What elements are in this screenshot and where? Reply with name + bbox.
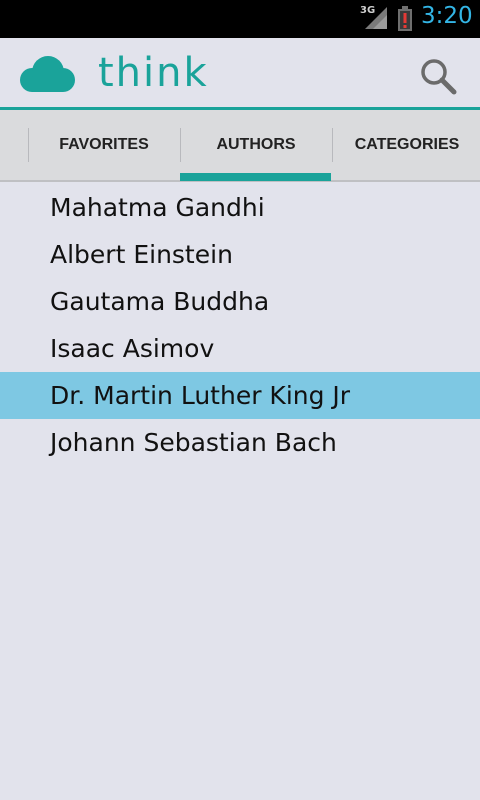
app-logo: think xyxy=(18,50,207,96)
list-item[interactable]: Mahatma Gandhi xyxy=(0,184,480,231)
tab-favorites[interactable]: FAVORITES xyxy=(28,110,180,180)
signal-icon xyxy=(365,7,387,29)
tab-categories[interactable]: CATEGORIES xyxy=(332,110,480,180)
search-button[interactable] xyxy=(418,56,458,96)
list-item[interactable]: Isaac Asimov xyxy=(0,325,480,372)
battery-alert-icon xyxy=(398,6,412,31)
search-icon xyxy=(421,59,457,95)
list-item[interactable]: Gautama Buddha xyxy=(0,278,480,325)
tab-authors[interactable]: AUTHORS xyxy=(180,110,332,180)
list-item[interactable]: Johann Sebastian Bach xyxy=(0,419,480,466)
list-item-selected[interactable]: Dr. Martin Luther King Jr xyxy=(0,372,480,419)
cloud-icon xyxy=(20,56,75,92)
authors-list: Mahatma Gandhi Albert Einstein Gautama B… xyxy=(0,184,480,466)
action-bar: think xyxy=(0,38,480,110)
selected-tab-indicator xyxy=(180,173,331,181)
tab-bar: FAVORITES AUTHORS CATEGORIES xyxy=(0,110,480,182)
status-time: 3:20 xyxy=(421,3,473,29)
status-bar: 3G 3:20 xyxy=(0,0,480,38)
app-title: think xyxy=(98,50,209,96)
list-item[interactable]: Albert Einstein xyxy=(0,231,480,278)
